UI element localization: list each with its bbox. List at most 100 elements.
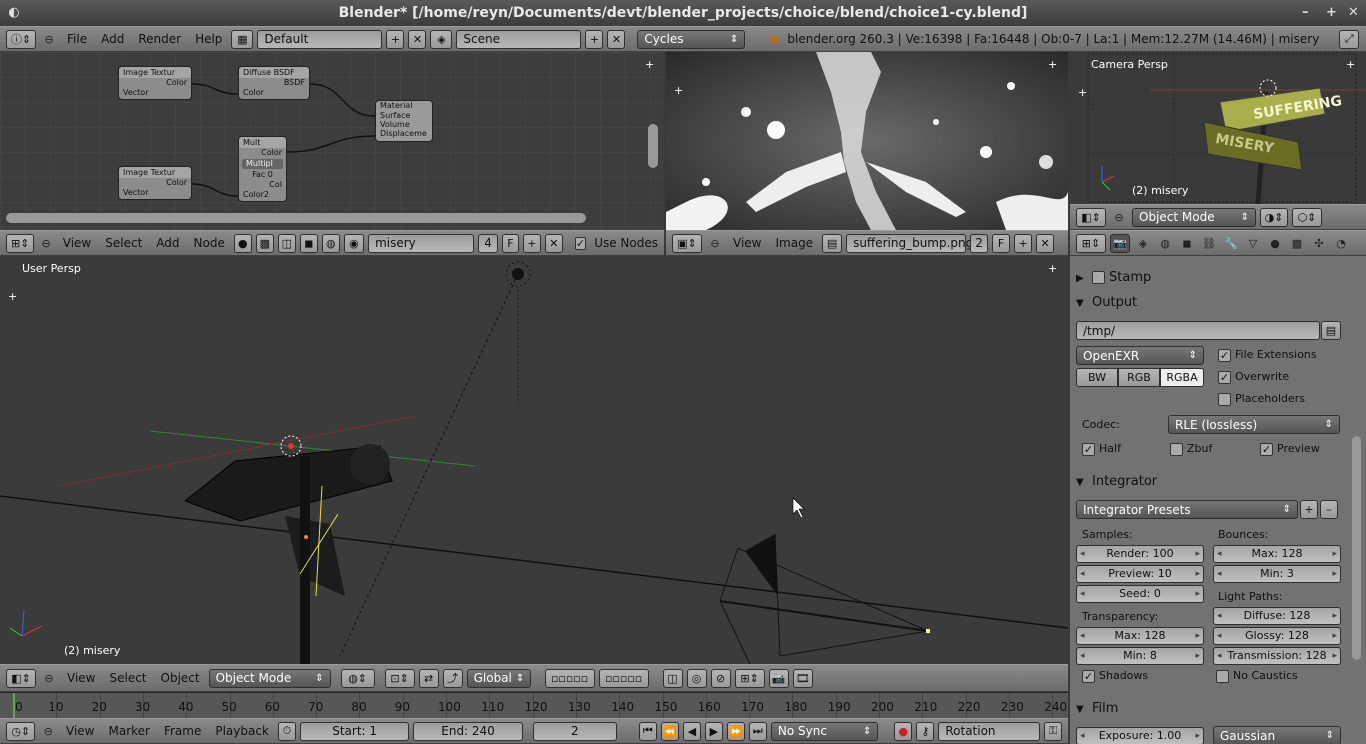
- jump-start-icon[interactable]: ⏮: [638, 721, 657, 741]
- menu-node[interactable]: Node: [189, 236, 230, 250]
- render-tab-icon[interactable]: 📷: [1110, 233, 1130, 253]
- physics-tab-icon[interactable]: ◔: [1332, 234, 1350, 252]
- screen-layout-icon[interactable]: ▦: [231, 29, 254, 49]
- half-checkbox[interactable]: ✓: [1082, 442, 1095, 456]
- remove-material-button[interactable]: ✕: [544, 233, 563, 253]
- add-layout-button[interactable]: +: [386, 29, 405, 49]
- maximize-icon[interactable]: +: [1326, 0, 1337, 26]
- menu-frame[interactable]: Frame: [159, 724, 206, 738]
- transform-orientation-select[interactable]: Global: [466, 668, 531, 688]
- keying-set-field[interactable]: Rotation: [938, 721, 1040, 741]
- split-area-icon[interactable]: +: [674, 84, 683, 97]
- stamp-checkbox[interactable]: [1092, 271, 1105, 284]
- add-preset-button[interactable]: +: [1300, 500, 1318, 519]
- menu-select[interactable]: Select: [104, 671, 151, 685]
- play-reverse-icon[interactable]: ◀: [682, 721, 701, 741]
- zbuf-checkbox[interactable]: [1170, 442, 1183, 456]
- transparency-min-field[interactable]: Min: 8: [1076, 647, 1204, 665]
- constraints-tab-icon[interactable]: ⛓: [1200, 234, 1218, 252]
- texture-nodes-icon[interactable]: ▩: [255, 233, 274, 253]
- render-opengl-icon[interactable]: 📷: [768, 668, 789, 688]
- modifiers-tab-icon[interactable]: 🔧: [1222, 234, 1240, 252]
- exposure-field[interactable]: Exposure: 1.00: [1076, 727, 1204, 744]
- auto-keying-record-icon[interactable]: ●: [894, 721, 913, 741]
- 3d-viewport[interactable]: User Persp (2) misery + +: [0, 256, 1068, 664]
- stamp-panel-header[interactable]: ▶ Stamp: [1076, 266, 1344, 290]
- editor-type-timeline-icon[interactable]: ◷⇕: [6, 721, 36, 741]
- split-area-icon[interactable]: +: [1078, 86, 1087, 99]
- fac-field[interactable]: Fac 0: [239, 170, 286, 180]
- sync-mode-select[interactable]: No Sync: [770, 721, 879, 741]
- jump-keyframe-back-icon[interactable]: ⏪: [660, 721, 679, 741]
- layers-grid-1[interactable]: ▫▫▫▫▫: [544, 668, 595, 688]
- split-area-icon[interactable]: +: [1346, 58, 1355, 71]
- image-users[interactable]: 2: [970, 233, 989, 253]
- image-texture-node-2[interactable]: Image Textur Color Vector: [118, 166, 192, 200]
- scene-tab-icon[interactable]: ◈: [1134, 234, 1152, 252]
- collapse-icon[interactable]: ⊖: [39, 722, 57, 740]
- editor-type-node-icon[interactable]: ⊞⇕: [6, 233, 35, 253]
- codec-select[interactable]: RLE (lossless): [1168, 415, 1340, 434]
- editor-type-3d-icon[interactable]: ◧⇕: [1076, 207, 1106, 227]
- node-editor[interactable]: Image Textur Color Vector Diffuse BSDF B…: [0, 52, 664, 230]
- keying-set-icon[interactable]: ⚷: [916, 721, 935, 741]
- object-shader-icon[interactable]: ◼: [299, 233, 318, 253]
- remove-scene-button[interactable]: ✕: [607, 29, 626, 49]
- output-panel-header[interactable]: ▼ Output: [1076, 291, 1344, 315]
- render-engine-select[interactable]: Cycles: [637, 29, 746, 49]
- particles-tab-icon[interactable]: ✣: [1310, 234, 1328, 252]
- placeholders-checkbox[interactable]: [1218, 392, 1231, 406]
- diffuse-bounces-field[interactable]: Diffuse: 128: [1213, 607, 1341, 625]
- layout-field[interactable]: Default: [257, 29, 383, 49]
- unlink-image-button[interactable]: ✕: [1036, 233, 1055, 253]
- close-icon[interactable]: ✕: [1348, 0, 1359, 26]
- layers-grid-2[interactable]: ▫▫▫▫▫: [598, 668, 649, 688]
- editor-type-info-icon[interactable]: ⓘ⇕: [6, 29, 36, 49]
- start-frame-field[interactable]: Start: 1: [299, 721, 410, 741]
- play-icon[interactable]: ▶: [704, 721, 723, 741]
- integrator-presets-select[interactable]: Integrator Presets: [1076, 500, 1298, 519]
- collapse-icon[interactable]: ⊖: [706, 234, 724, 252]
- render-animation-icon[interactable]: 🎞: [792, 668, 813, 688]
- preview-checkbox[interactable]: ✓: [1260, 442, 1273, 456]
- file-extensions-checkbox[interactable]: ✓: [1218, 348, 1231, 362]
- end-frame-field[interactable]: End: 240: [413, 721, 523, 741]
- collapse-icon[interactable]: ⊖: [40, 669, 58, 687]
- jump-end-icon[interactable]: ⏭: [748, 721, 767, 741]
- camera-mode-select[interactable]: Object Mode: [1132, 207, 1256, 227]
- remove-layout-button[interactable]: ✕: [408, 29, 427, 49]
- collapse-icon[interactable]: ⊖: [1110, 208, 1128, 226]
- folder-browse-icon[interactable]: ▤: [1321, 321, 1341, 340]
- multiply-node[interactable]: Mult Color Multipl Fac 0 Col Color2: [238, 136, 287, 202]
- vertical-scrollbar[interactable]: [648, 124, 658, 168]
- image-browse-icon[interactable]: ▤: [822, 233, 843, 253]
- interaction-mode-select[interactable]: Object Mode: [208, 668, 331, 688]
- texture-tab-icon[interactable]: ▩: [1288, 234, 1306, 252]
- film-panel-header[interactable]: ▼ Film: [1076, 697, 1344, 721]
- menu-view[interactable]: View: [58, 236, 96, 250]
- file-format-select[interactable]: OpenEXR: [1076, 346, 1204, 365]
- menu-add[interactable]: Add: [96, 32, 129, 46]
- split-area-icon[interactable]: +: [8, 290, 17, 303]
- snap-icon[interactable]: ⊘: [710, 668, 731, 688]
- render-samples-field[interactable]: Render: 100: [1076, 545, 1204, 563]
- preview-samples-field[interactable]: Preview: 10: [1076, 565, 1204, 583]
- collapse-icon[interactable]: ⊖: [40, 30, 58, 48]
- add-scene-button[interactable]: +: [585, 29, 604, 49]
- menu-image[interactable]: Image: [770, 236, 818, 250]
- output-path-field[interactable]: /tmp/: [1076, 321, 1320, 340]
- min-bounces-field[interactable]: Min: 3: [1213, 565, 1341, 583]
- world-tab-icon[interactable]: ◍: [1156, 234, 1174, 252]
- translate-manipulator[interactable]: ⤴: [442, 668, 463, 688]
- fullscreen-icon[interactable]: ⤢: [1339, 29, 1360, 49]
- collapse-icon[interactable]: ⊖: [38, 234, 53, 252]
- editor-type-properties-icon[interactable]: ⊞⇕: [1076, 233, 1106, 253]
- jump-keyframe-forward-icon[interactable]: ⏩: [726, 721, 745, 741]
- menu-add[interactable]: Add: [151, 236, 184, 250]
- material-icon[interactable]: ◉: [343, 233, 365, 253]
- split-area-icon[interactable]: +: [645, 58, 654, 71]
- snap-element-select[interactable]: ⊞⇕: [734, 668, 765, 688]
- shading-select[interactable]: ◑⇕: [1260, 207, 1288, 227]
- glossy-bounces-field[interactable]: Glossy: 128: [1213, 627, 1341, 645]
- menu-view[interactable]: View: [62, 671, 100, 685]
